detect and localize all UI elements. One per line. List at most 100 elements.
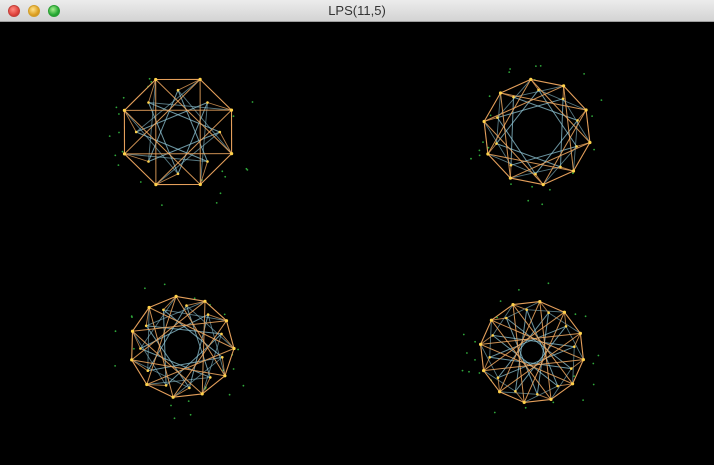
graph-vertex — [122, 152, 127, 156]
graph-edge — [219, 131, 232, 154]
graph-edge — [201, 375, 226, 395]
scatter-dot — [148, 77, 151, 80]
graph-edge — [483, 370, 501, 393]
scatter-dot — [232, 368, 235, 370]
scatter-dot — [223, 313, 226, 316]
graph-vertex — [525, 308, 528, 312]
scatter-dot — [547, 282, 550, 285]
scatter-dot — [114, 154, 117, 157]
graph-vertex — [147, 305, 151, 310]
graph-edge — [560, 98, 564, 167]
scatter-dot — [592, 362, 595, 365]
graph-vertex — [188, 386, 191, 390]
scatter-dot — [478, 149, 481, 152]
scatter-dot — [470, 157, 472, 160]
scatter-dot — [468, 370, 470, 373]
scatter-dot — [122, 96, 125, 99]
scatter-dot — [539, 65, 542, 67]
scatter-dot — [583, 73, 585, 75]
graph-vertex — [164, 384, 168, 387]
graph-vertex — [223, 374, 227, 378]
graph-vertex — [561, 97, 565, 101]
scatter-dot — [549, 188, 551, 191]
scatter-dot — [474, 340, 476, 343]
scatter-dot — [144, 287, 146, 290]
graph-vertex — [549, 397, 553, 401]
bottom-right-graph — [461, 282, 600, 414]
graph-vertex — [162, 308, 165, 312]
graph-vertex — [562, 84, 566, 88]
graph-vertex — [206, 101, 209, 104]
scatter-dot — [121, 150, 124, 153]
scatter-dot — [574, 313, 577, 316]
graph-vertex — [556, 384, 559, 388]
scatter-dot — [510, 183, 512, 186]
scatter-dot — [187, 400, 190, 402]
scatter-dot — [117, 164, 120, 167]
scatter-dot — [130, 315, 133, 318]
graph-edge — [563, 311, 581, 334]
graph-vertex — [229, 108, 234, 112]
graph-vertex — [538, 300, 542, 304]
scatter-dot — [552, 401, 555, 404]
graph-vertex — [176, 172, 180, 176]
graph-vertex — [576, 119, 579, 122]
graph-edge — [146, 296, 177, 385]
graph-edge — [510, 97, 514, 166]
graph-edge — [500, 78, 532, 94]
scatter-dot — [251, 101, 254, 103]
graph-edge — [530, 79, 591, 143]
scatter-dot — [114, 365, 116, 367]
scatter-dot — [114, 330, 117, 333]
scatter-dot — [582, 399, 584, 401]
graph-vertex — [505, 316, 508, 320]
graph-edge — [132, 307, 150, 332]
graph-canvas[interactable] — [0, 22, 714, 465]
graph-vertex — [122, 108, 126, 112]
graph-vertex — [511, 303, 515, 307]
scatter-dot — [173, 417, 176, 420]
graph-edge — [483, 121, 544, 185]
graph-edge — [510, 145, 577, 166]
scatter-dot — [118, 113, 120, 115]
graph-vertex — [154, 183, 158, 187]
graph-vertex — [514, 390, 517, 393]
graph-vertex — [547, 311, 550, 315]
scatter-dot — [461, 369, 464, 372]
graph-edge — [483, 359, 584, 372]
graph-vertex — [209, 376, 212, 379]
graph-edge — [480, 332, 581, 345]
scatter-dot — [518, 289, 520, 291]
graph-vertex — [508, 176, 512, 180]
scatter-dot — [593, 148, 595, 151]
graph-vertex — [571, 382, 575, 386]
scatter-dot — [215, 202, 218, 204]
graph-edge — [550, 383, 573, 400]
scatter-dot — [474, 359, 476, 361]
graph-edge — [162, 309, 167, 386]
graph-vertex — [220, 332, 223, 336]
graph-vertex — [498, 390, 502, 394]
graph-vertex — [512, 95, 515, 99]
graph-vertex — [509, 163, 513, 167]
graph-vertex — [171, 395, 175, 399]
app-window: LPS(11,5) — [0, 0, 714, 465]
graph-vertex — [230, 152, 234, 156]
graph-vertex — [588, 140, 592, 145]
scatter-dot — [592, 383, 595, 386]
scatter-dot — [478, 154, 481, 157]
graph-vertex — [206, 313, 210, 316]
title-bar[interactable]: LPS(11,5) — [0, 0, 714, 22]
graph-vertex — [221, 356, 224, 359]
graph-vertex — [144, 324, 148, 328]
graph-vertex — [200, 392, 204, 396]
graph-vertex — [145, 382, 149, 387]
scatter-dot — [531, 185, 533, 188]
scatter-dot — [108, 135, 111, 137]
graph-vertex — [147, 101, 150, 104]
scatter-dot — [527, 199, 530, 202]
graph-vertex — [174, 294, 178, 298]
scatter-dot — [508, 71, 511, 73]
graph-vertex — [134, 130, 138, 134]
graph-edge — [176, 295, 206, 302]
